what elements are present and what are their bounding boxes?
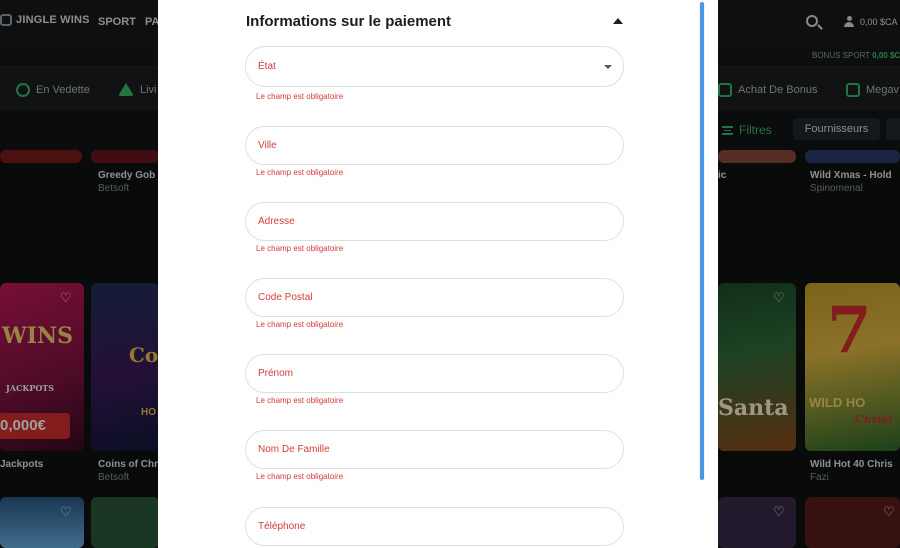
chevron-down-icon (604, 65, 612, 69)
postal-code-input[interactable]: Code Postal (245, 278, 624, 317)
section-title: Informations sur le paiement (246, 13, 452, 30)
field-error: Le champ est obligatoire (256, 168, 344, 177)
last-name-input[interactable]: Nom De Famille (245, 430, 624, 469)
field-error: Le champ est obligatoire (256, 396, 344, 405)
first-name-input[interactable]: Prénom (245, 354, 624, 393)
address-input[interactable]: Adresse (245, 202, 624, 241)
modal-scrollbar-thumb[interactable] (700, 2, 704, 480)
chevron-up-icon[interactable] (613, 18, 623, 24)
field-error: Le champ est obligatoire (256, 244, 344, 253)
city-input[interactable]: Ville (245, 126, 624, 165)
field-label: Nom De Famille (258, 444, 330, 455)
field-error: Le champ est obligatoire (256, 320, 344, 329)
field-error: Le champ est obligatoire (256, 92, 344, 101)
field-label: Ville (258, 140, 277, 151)
field-label: Prénom (258, 368, 294, 379)
state-select[interactable]: État (245, 46, 624, 87)
field-error: Le champ est obligatoire (256, 472, 344, 481)
phone-input[interactable]: Téléphone (245, 507, 624, 546)
field-label: Adresse (258, 216, 295, 227)
field-label: Code Postal (258, 292, 313, 303)
field-label: État (258, 61, 276, 72)
field-label: Téléphone (258, 521, 306, 532)
